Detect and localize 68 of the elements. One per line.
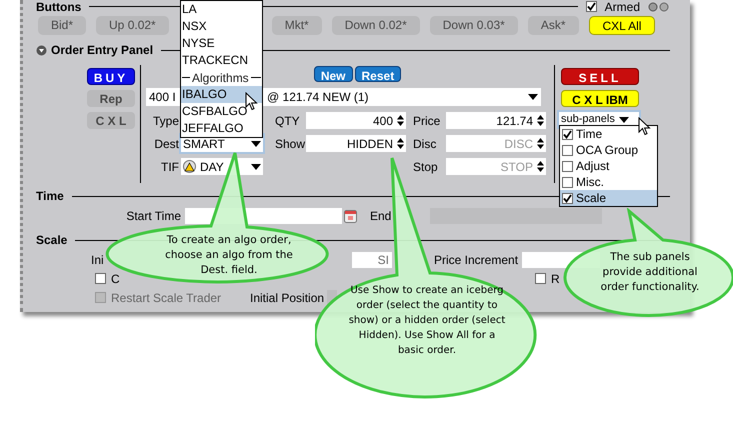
order-text: @ 121.74 NEW (1) (267, 89, 369, 106)
field-label: Start Time (125, 208, 182, 225)
order-button[interactable]: Mkt* (272, 16, 322, 34)
checkbox[interactable] (535, 273, 546, 284)
expand-icon[interactable] (36, 44, 47, 56)
section-title: Scale (36, 232, 68, 249)
field-label: Price Increment (434, 252, 520, 268)
caret-icon[interactable] (251, 140, 261, 146)
field-label: Show (274, 136, 306, 152)
spinner-field[interactable]: HIDDEN (306, 135, 406, 152)
select-value: sub-panels (561, 112, 615, 128)
armed-label: Armed (604, 0, 640, 16)
section-title: Order Entry Panel (51, 42, 154, 59)
callout-text: To create an algo order, choose an algo from the Dest. field. (164, 233, 294, 278)
order-button[interactable]: CXL All (588, 16, 656, 34)
field-label: Disc (412, 136, 438, 152)
spinner-icon[interactable] (397, 138, 404, 149)
cursor-icon (245, 92, 258, 111)
callout-text: The sub panels provide additional order functionality. (600, 250, 700, 295)
field-label: QTY (274, 112, 301, 130)
spinner-field[interactable]: 400 (306, 112, 406, 129)
toolbar-button[interactable]: New (314, 66, 352, 82)
side-button[interactable]: Rep (87, 90, 135, 107)
order-button[interactable]: Down 0.02* (332, 16, 420, 34)
checkbox[interactable] (562, 160, 573, 172)
field-label: TIF (160, 158, 180, 176)
field-label: Dest (153, 136, 180, 152)
checkbox[interactable] (562, 176, 573, 188)
order-button[interactable]: Ask* (528, 16, 578, 34)
callout-text: Use Show to create an iceberg order (select the quantity to show) or a hidden order (select Hidden). Use Show All for a basic order. (348, 284, 506, 358)
spinner-icon[interactable] (537, 115, 544, 126)
spinner-icon[interactable] (537, 138, 544, 149)
checkbox[interactable] (562, 192, 573, 204)
end-time-field[interactable] (430, 208, 602, 224)
checkbox[interactable] (95, 273, 106, 284)
order-button[interactable]: Bid* (38, 16, 86, 34)
menu-header: Algorithms (192, 70, 249, 86)
field-label: Type (152, 112, 180, 130)
caret-icon[interactable] (618, 116, 629, 122)
menu-item[interactable]: IBALGO (181, 86, 262, 103)
side-button[interactable]: SELL (561, 68, 639, 85)
section-title: Buttons (36, 0, 82, 16)
field-label: End (370, 208, 392, 225)
checkbox-label: R (551, 270, 560, 288)
spinner-field[interactable]: 121.74 (446, 112, 546, 129)
checkbox-label: Restart Scale Trader (111, 290, 222, 306)
spinner-icon[interactable] (397, 115, 404, 126)
section-title: Time (36, 188, 64, 205)
side-button[interactable]: BUY (87, 68, 135, 85)
calendar-icon[interactable] (344, 209, 357, 223)
caret-icon[interactable] (251, 164, 261, 170)
checkbox-label: C (111, 270, 120, 288)
checkbox[interactable] (562, 144, 573, 156)
menu-item[interactable]: Scale (560, 190, 657, 206)
toolbar-button[interactable]: Reset (354, 66, 402, 82)
field-label: Initial Position (250, 290, 324, 306)
scale-field[interactable]: SI (352, 252, 392, 268)
order-button[interactable]: Up 0.02* (96, 16, 169, 34)
checkbox[interactable] (586, 1, 597, 12)
field-label: Ini (91, 252, 105, 268)
field-label: Price (412, 112, 442, 130)
order-text: 400 I (149, 89, 176, 106)
side-button[interactable]: C X L (87, 112, 135, 129)
order-button[interactable]: Down 0.03* (430, 16, 518, 34)
checkbox[interactable] (562, 128, 573, 140)
side-button[interactable]: C X L IBM (561, 90, 639, 107)
field-label: Stop (412, 158, 439, 176)
caret-icon[interactable] (528, 94, 538, 100)
